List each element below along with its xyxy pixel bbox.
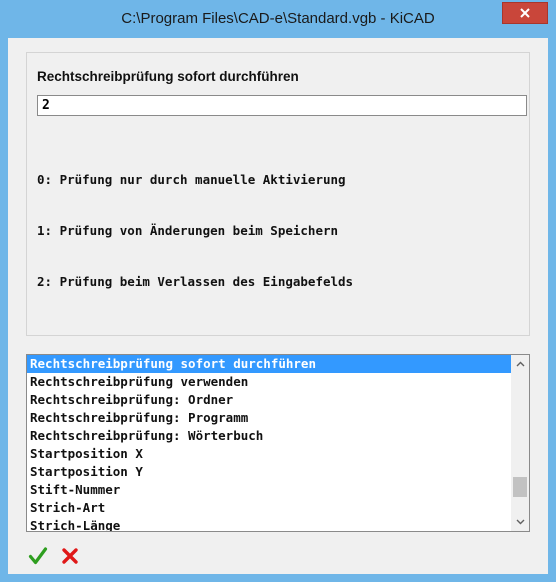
dialog-body: Rechtschreibprüfung sofort durchführen 0… (8, 38, 548, 574)
setting-panel: Rechtschreibprüfung sofort durchführen 0… (26, 52, 530, 336)
setting-value-input[interactable] (37, 95, 527, 116)
scroll-thumb[interactable] (513, 477, 527, 497)
help-line: 1: Prüfung von Änderungen beim Speichern (37, 223, 339, 238)
close-icon (520, 8, 530, 18)
scroll-up-button[interactable] (511, 355, 529, 373)
dialog-window: C:\Program Files\CAD-e\Standard.vgb - Ki… (0, 0, 556, 582)
list-item[interactable]: Rechtschreibprüfung verwenden (27, 373, 511, 391)
dialog-actions (26, 544, 126, 568)
help-line: 0: Prüfung nur durch manuelle Aktivierun… (37, 172, 346, 187)
title-bar[interactable]: C:\Program Files\CAD-e\Standard.vgb - Ki… (0, 0, 556, 38)
list-item[interactable]: Strich-Länge (27, 517, 511, 531)
help-line: 2: Prüfung beim Verlassen des Eingabefel… (37, 274, 354, 289)
list-scrollbar[interactable] (511, 355, 529, 531)
close-button[interactable] (502, 2, 548, 24)
scroll-down-button[interactable] (511, 513, 529, 531)
list-item[interactable]: Rechtschreibprüfung: Wörterbuch (27, 427, 511, 445)
checkmark-icon (28, 547, 48, 565)
settings-list-items: Rechtschreibprüfung sofort durchführen R… (27, 355, 511, 531)
settings-list[interactable]: Rechtschreibprüfung sofort durchführen R… (26, 354, 530, 532)
chevron-up-icon (516, 361, 524, 367)
ok-button[interactable] (26, 544, 50, 568)
setting-help: 0: Prüfung nur durch manuelle Aktivierun… (37, 137, 353, 324)
list-item[interactable]: Rechtschreibprüfung: Programm (27, 409, 511, 427)
cancel-button[interactable] (58, 544, 82, 568)
list-item[interactable]: Rechtschreibprüfung: Ordner (27, 391, 511, 409)
list-item[interactable]: Startposition Y (27, 463, 511, 481)
window-title: C:\Program Files\CAD-e\Standard.vgb - Ki… (121, 10, 435, 27)
list-item-selected[interactable]: Rechtschreibprüfung sofort durchführen (27, 355, 511, 373)
list-item[interactable]: Startposition X (27, 445, 511, 463)
chevron-down-icon (516, 519, 524, 525)
list-item[interactable]: Strich-Art (27, 499, 511, 517)
setting-heading: Rechtschreibprüfung sofort durchführen (37, 69, 299, 84)
cross-icon (62, 548, 78, 564)
list-item[interactable]: Stift-Nummer (27, 481, 511, 499)
